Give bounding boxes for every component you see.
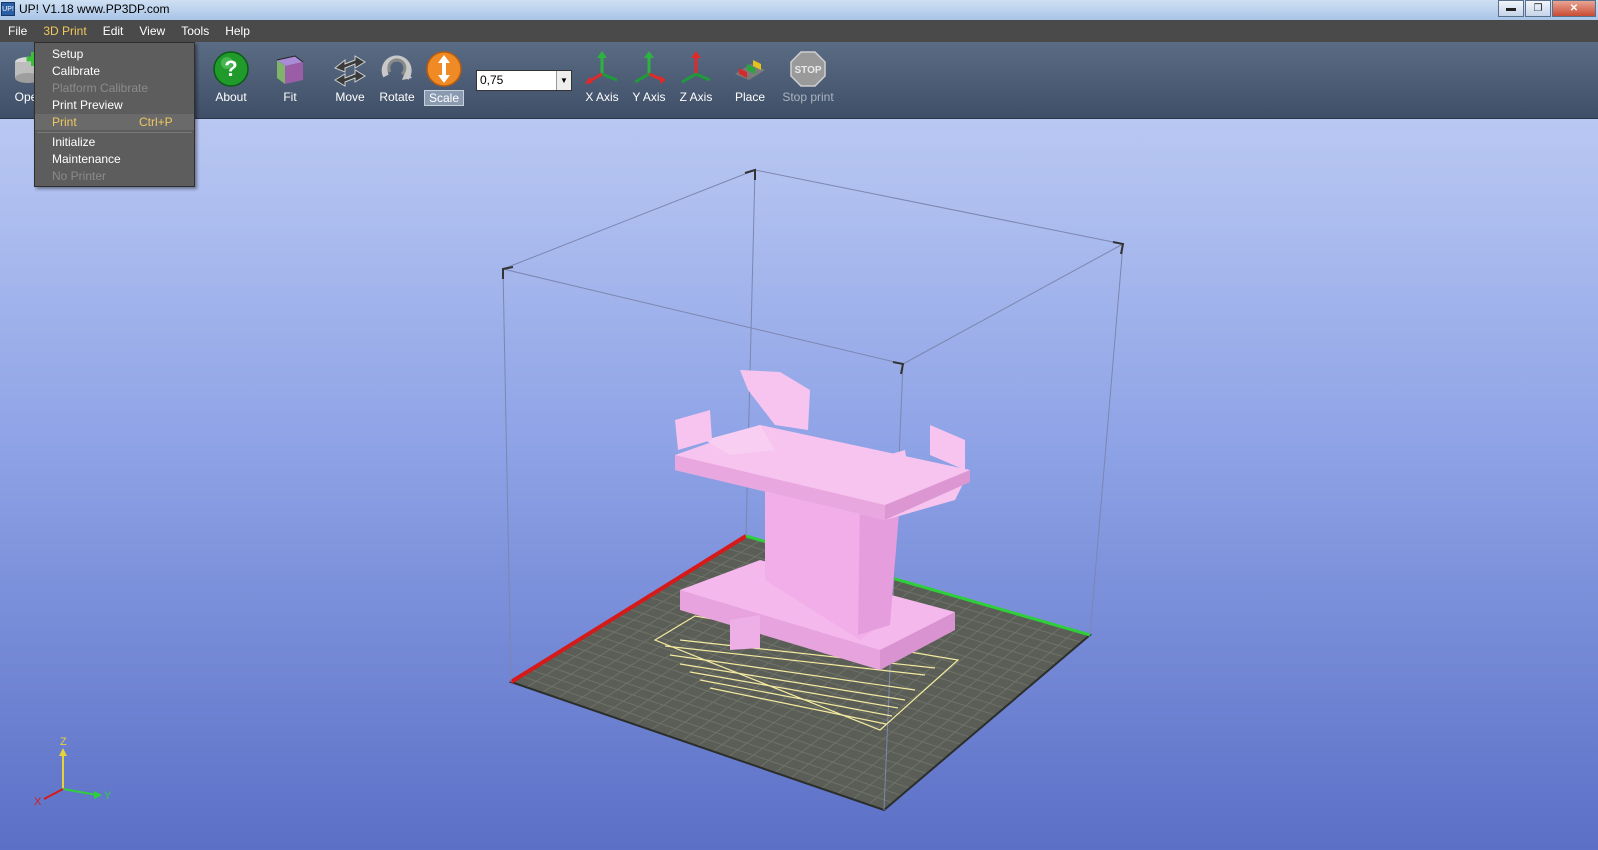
axis-gizmo: Z Y X [34, 736, 112, 808]
volume-corner-marks [502, 168, 1125, 375]
title-bar: UP! UP! V1.18 www.PP3DP.com ▬ ❐ ✕ [0, 0, 1598, 20]
svg-text:STOP: STOP [794, 65, 821, 76]
about-button[interactable]: ? About [203, 50, 259, 114]
menu-3d-print[interactable]: 3D Print [35, 20, 94, 42]
place-button[interactable]: Place [722, 50, 778, 114]
scale-button[interactable]: Scale [416, 50, 472, 114]
z-axis-letter: Z [60, 736, 67, 748]
scale-value: 0,75 [480, 73, 504, 87]
scale-value-combo[interactable]: 0,75 ▼ [476, 70, 572, 91]
close-button[interactable]: ✕ [1552, 0, 1596, 17]
scene: Z Y X [34, 168, 1125, 812]
scale-label: Scale [423, 90, 465, 106]
menu-file[interactable]: File [0, 20, 35, 42]
menu-separator [37, 132, 192, 133]
place-icon [735, 60, 765, 80]
z-axis-icon [681, 51, 711, 84]
stop-print-label: Stop print [782, 90, 834, 104]
window-title: UP! V1.18 www.PP3DP.com [19, 2, 170, 16]
menu-bar: File 3D Print Edit View Tools Help [0, 20, 1598, 42]
menu-setup[interactable]: Setup [35, 46, 194, 62]
3d-print-dropdown: Setup Calibrate Platform Calibrate Print… [34, 42, 195, 187]
fit-button[interactable]: Fit [262, 50, 318, 114]
menu-help[interactable]: Help [217, 20, 258, 42]
stop-print-button[interactable]: STOP Stop print [776, 50, 840, 114]
rotate-icon [381, 55, 412, 80]
app-icon: UP! [1, 2, 15, 16]
menu-platform-calibrate: Platform Calibrate [52, 81, 149, 95]
minimize-button[interactable]: ▬ [1498, 0, 1524, 17]
svg-text:?: ? [224, 56, 237, 81]
scale-icon [426, 51, 462, 87]
menu-tools[interactable]: Tools [173, 20, 217, 42]
fit-label: Fit [283, 90, 297, 104]
y-axis-letter: Y [104, 790, 112, 802]
menu-view[interactable]: View [131, 20, 173, 42]
z-axis-label: Z Axis [679, 90, 713, 104]
z-axis-button[interactable]: Z Axis [668, 50, 724, 114]
menu-initialize[interactable]: Initialize [35, 134, 194, 150]
move-arrows-icon [334, 55, 366, 87]
x-axis-icon [585, 51, 618, 84]
about-label: About [215, 90, 247, 104]
restore-button[interactable]: ❐ [1525, 0, 1551, 17]
window-controls: ▬ ❐ ✕ [1497, 0, 1596, 17]
menu-edit[interactable]: Edit [95, 20, 132, 42]
place-label: Place [734, 90, 766, 104]
menu-print[interactable]: Print Ctrl+P [35, 114, 194, 130]
y-axis-icon [634, 51, 666, 84]
stop-icon: STOP [790, 51, 826, 87]
chevron-down-icon[interactable]: ▼ [556, 71, 571, 90]
3d-viewport[interactable]: Z Y X [0, 119, 1598, 850]
menu-calibrate[interactable]: Calibrate [35, 63, 194, 79]
menu-print-preview[interactable]: Print Preview [35, 97, 194, 113]
toolbar: Oper ? About Fit Move Rotate Scale X Axi… [0, 42, 1598, 119]
menu-no-printer: No Printer [52, 169, 107, 183]
x-axis-letter: X [34, 796, 42, 808]
fit-cube-icon [276, 55, 304, 84]
help-icon: ? [213, 51, 249, 87]
menu-maintenance[interactable]: Maintenance [35, 151, 194, 167]
